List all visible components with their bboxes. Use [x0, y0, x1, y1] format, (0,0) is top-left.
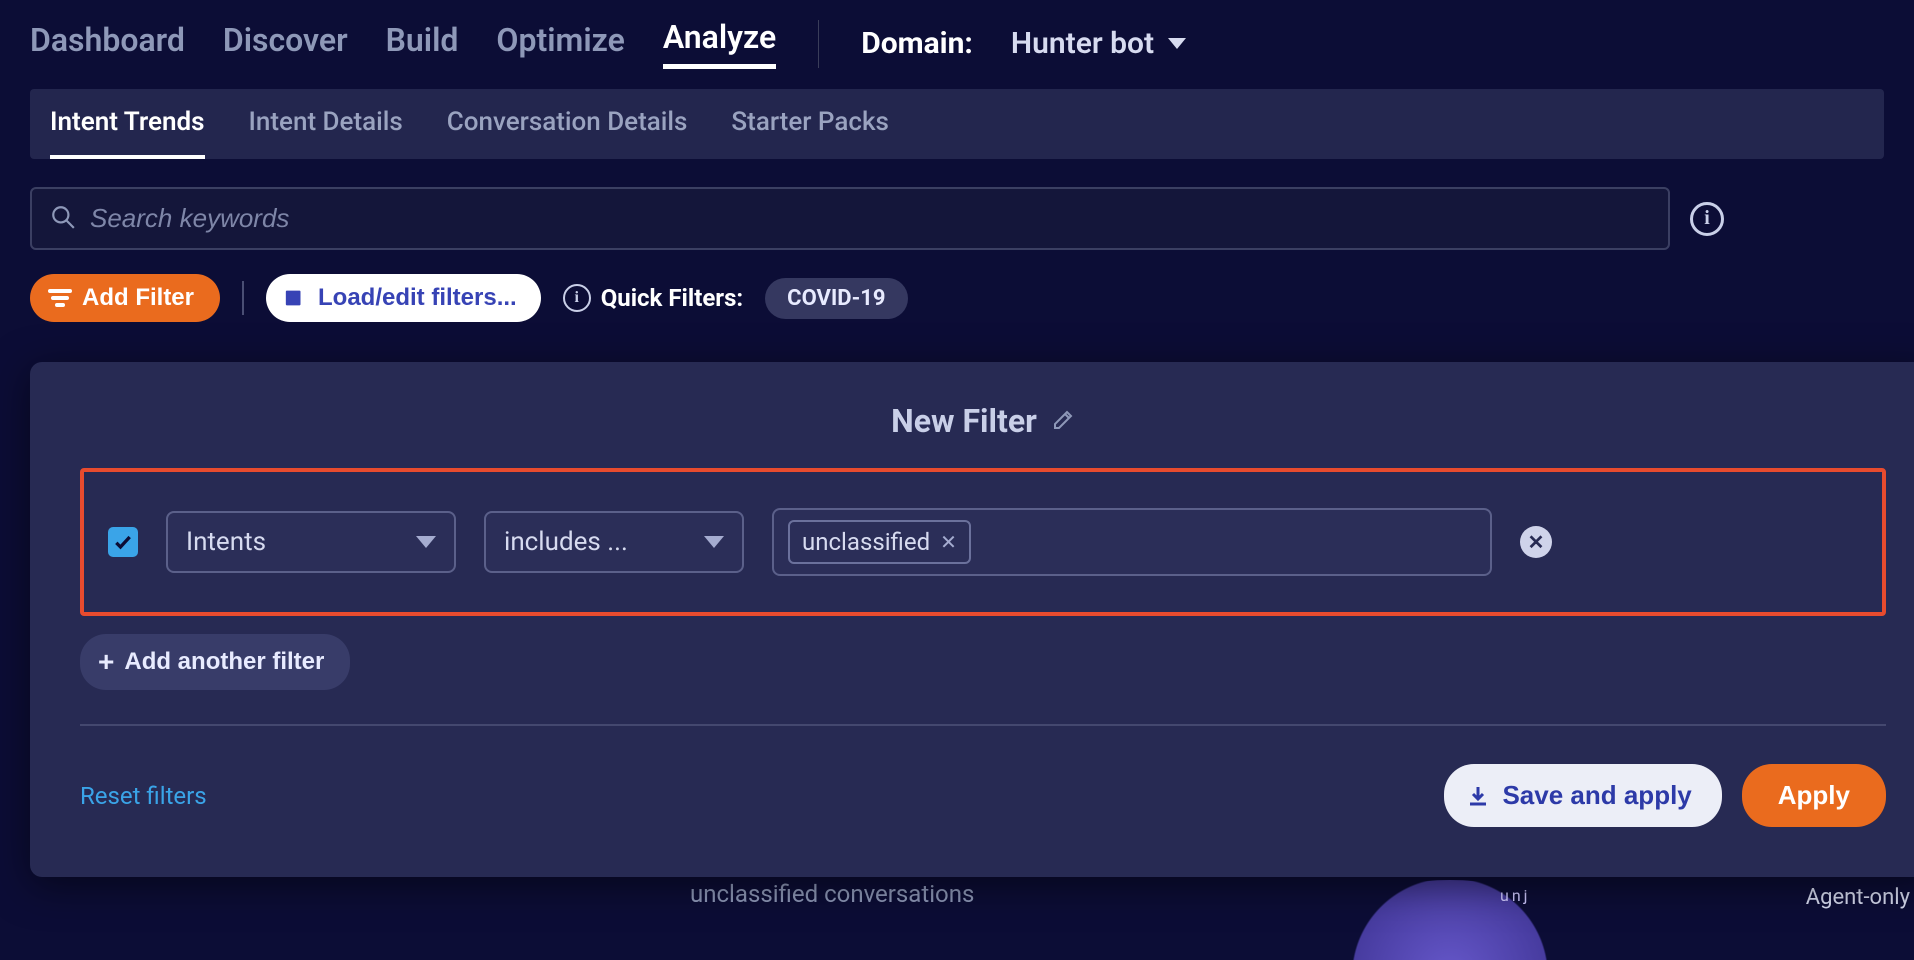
search-box[interactable] [30, 187, 1670, 250]
toolbar-divider [242, 281, 244, 315]
tag-remove-icon[interactable]: ✕ [940, 530, 957, 554]
info-icon[interactable]: i [1690, 202, 1724, 236]
quick-filters-section: i Quick Filters: [563, 284, 743, 312]
info-icon[interactable]: i [563, 284, 591, 312]
top-nav: Dashboard Discover Build Optimize Analyz… [0, 0, 1914, 79]
filter-operator-select[interactable]: includes ... [484, 511, 744, 573]
filter-field-select[interactable]: Intents [166, 511, 456, 573]
add-another-filter-button[interactable]: + Add another filter [80, 634, 350, 690]
filter-toolbar: Add Filter Load/edit filters... i Quick … [30, 274, 1884, 322]
nav-analyze[interactable]: Analyze [663, 18, 776, 69]
remove-filter-row-button[interactable]: ✕ [1520, 526, 1552, 558]
edit-icon[interactable] [1051, 402, 1075, 440]
save-label: Save and apply [1502, 780, 1691, 811]
filter-icon [48, 289, 72, 307]
tab-starter-packs[interactable]: Starter Packs [731, 89, 888, 159]
tab-intent-trends[interactable]: Intent Trends [50, 89, 205, 159]
filter-operator-value: includes ... [504, 527, 628, 557]
load-edit-filters-button[interactable]: Load/edit filters... [266, 274, 541, 322]
add-filter-label: Add Filter [82, 284, 194, 312]
subtabs: Intent Trends Intent Details Conversatio… [30, 89, 1884, 159]
bookmark-star-icon [284, 287, 306, 309]
tab-conversation-details[interactable]: Conversation Details [447, 89, 688, 159]
domain-label: Domain: [861, 26, 973, 61]
panel-actions: Reset filters Save and apply Apply [80, 764, 1886, 827]
filter-row-checkbox[interactable] [108, 527, 138, 557]
nav-optimize[interactable]: Optimize [496, 21, 624, 67]
quick-filter-chip[interactable]: COVID-19 [765, 278, 907, 319]
tab-intent-details[interactable]: Intent Details [249, 89, 403, 159]
quick-filters-label: Quick Filters: [601, 284, 743, 312]
apply-button[interactable]: Apply [1742, 764, 1886, 827]
domain-value: Hunter bot [1011, 26, 1154, 61]
search-input[interactable] [90, 203, 1650, 234]
filter-panel-title-row: New Filter [80, 402, 1886, 440]
nav-dashboard[interactable]: Dashboard [30, 21, 185, 67]
panel-divider [80, 724, 1886, 726]
nav-build[interactable]: Build [386, 21, 459, 67]
filter-field-value: Intents [186, 527, 266, 557]
background-chart-fragment [1320, 880, 1580, 960]
domain-selector[interactable]: Hunter bot [1011, 26, 1186, 61]
add-another-label: Add another filter [124, 648, 324, 676]
nav-discover[interactable]: Discover [223, 21, 348, 67]
search-icon [50, 204, 76, 234]
reset-filters-link[interactable]: Reset filters [80, 782, 207, 810]
nav-divider [818, 20, 819, 68]
filter-row-highlighted: Intents includes ... unclassified ✕ ✕ [80, 468, 1886, 616]
load-edit-label: Load/edit filters... [318, 284, 517, 312]
add-filter-button[interactable]: Add Filter [30, 274, 220, 322]
plus-icon: + [98, 646, 114, 678]
save-and-apply-button[interactable]: Save and apply [1444, 764, 1721, 827]
chevron-down-icon [1168, 38, 1186, 49]
background-chart-label: unj [1500, 886, 1530, 905]
filter-panel-title: New Filter [891, 402, 1037, 440]
filter-value-input[interactable]: unclassified ✕ [772, 508, 1492, 576]
filter-panel: New Filter Intents includes ... unclassi… [30, 362, 1914, 877]
search-row: i [30, 187, 1884, 250]
chevron-down-icon [416, 536, 436, 548]
background-unclassified-text: unclassified conversations [690, 880, 974, 908]
tag-label: unclassified [802, 528, 930, 556]
filter-value-tag: unclassified ✕ [788, 520, 971, 564]
chevron-down-icon [704, 536, 724, 548]
download-icon [1466, 784, 1490, 808]
